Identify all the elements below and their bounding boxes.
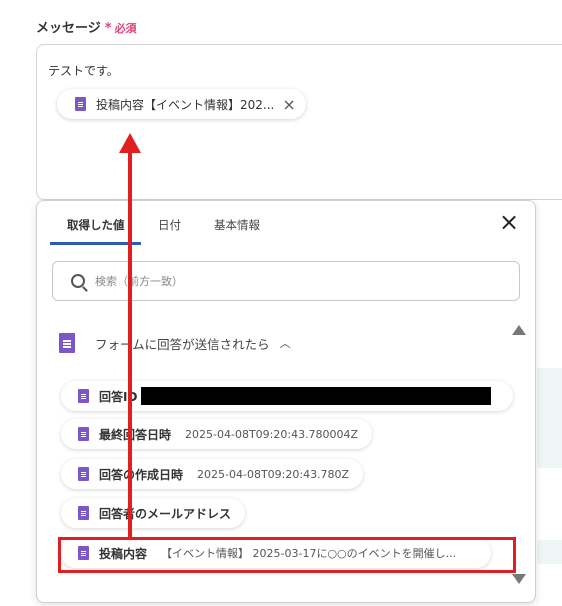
required-text: 必須	[114, 22, 137, 35]
tab-bar: 取得した値 日付 基本情報 ×	[37, 201, 535, 245]
required-star: *	[104, 21, 112, 36]
item-name: 回答の作成日時	[99, 467, 184, 482]
document-icon	[78, 506, 89, 520]
message-field-label: メッセージ * 必須	[36, 17, 137, 36]
group-header[interactable]: フォームに回答が送信されたら ︿	[59, 333, 291, 353]
background-panel	[537, 540, 562, 564]
item-value: 2025-04-08T09:20:43.780Z	[197, 467, 350, 481]
google-forms-icon	[59, 333, 75, 353]
document-icon	[78, 467, 89, 481]
annotation-arrow-shaft	[128, 152, 132, 540]
message-text: テストです。	[48, 64, 119, 78]
tab-date[interactable]: 日付	[158, 217, 181, 233]
inserted-variable-chip[interactable]: 投稿内容【イベント情報】202... ×	[57, 89, 306, 119]
search-icon	[71, 274, 85, 288]
list-item[interactable]: 回答者のメールアドレス	[61, 498, 246, 528]
scroll-down-arrow[interactable]	[512, 574, 526, 584]
chip-label: 投稿内容【イベント情報】202...	[96, 97, 275, 112]
document-icon	[78, 427, 89, 441]
document-icon	[78, 389, 89, 403]
item-name: 回答者のメールアドレス	[99, 506, 232, 521]
list-item[interactable]: 投稿内容 【イベント情報】 2025-03-17に○○のイベントを開催し...	[61, 538, 491, 568]
search-input[interactable]: 検索（前方一致）	[52, 261, 520, 301]
scroll-up-arrow[interactable]	[512, 325, 526, 335]
tab-obtained-values[interactable]: 取得した値	[67, 217, 125, 233]
close-icon[interactable]: ×	[282, 95, 295, 114]
list-item[interactable]: 最終回答日時 2025-04-08T09:20:43.780004Z	[61, 419, 373, 449]
field-label-text: メッセージ	[36, 21, 101, 36]
item-value: 【イベント情報】 2025-03-17に○○のイベントを開催し...	[161, 547, 457, 560]
close-icon[interactable]: ×	[499, 210, 519, 234]
document-icon	[78, 546, 89, 560]
chevron-up-icon[interactable]: ︿	[280, 335, 291, 351]
tab-basic-info[interactable]: 基本情報	[214, 217, 260, 233]
background-panel	[537, 368, 562, 468]
document-icon	[75, 97, 86, 111]
item-name: 最終回答日時	[99, 427, 172, 442]
item-name: 投稿内容	[99, 546, 148, 561]
redacted-value	[141, 387, 492, 405]
search-placeholder: 検索（前方一致）	[95, 275, 183, 288]
arrow-up-icon	[119, 133, 141, 153]
message-input[interactable]: テストです。 投稿内容【イベント情報】202... ×	[36, 44, 562, 200]
item-value: 2025-04-08T09:20:43.780004Z	[185, 427, 359, 441]
group-title: フォームに回答が送信されたら	[95, 336, 270, 352]
list-item[interactable]: 回答の作成日時 2025-04-08T09:20:43.780Z	[61, 459, 364, 489]
variable-picker-popup: 取得した値 日付 基本情報 × 検索（前方一致） フォームに回答が送信されたら …	[36, 200, 536, 603]
